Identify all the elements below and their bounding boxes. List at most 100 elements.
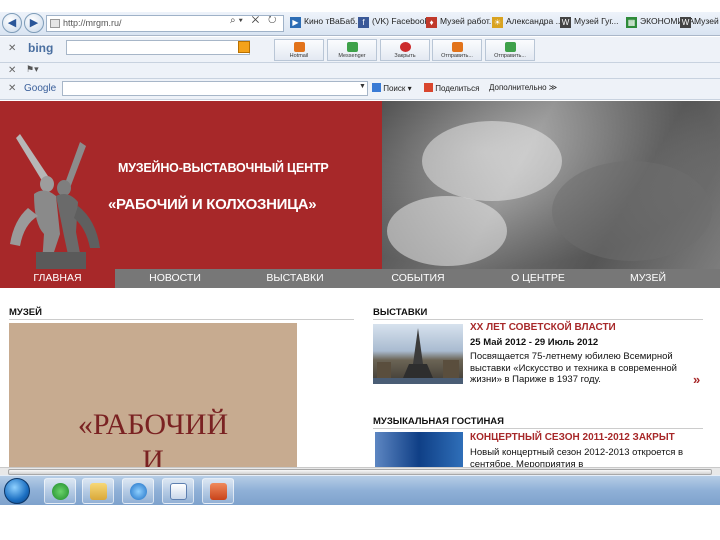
browser-window: ◀ ▶ http://mrgm.ru/ ⌕▾ ✕ ↻ ▶ Кино тВаБаб… <box>0 0 720 540</box>
internet-explorer-icon <box>130 483 147 500</box>
stop-icon <box>400 42 411 52</box>
favorite-link-7[interactable]: W Музей ГА... <box>680 16 720 32</box>
favorite-link-1[interactable]: ▶ Кино тВаБаб... <box>290 16 362 32</box>
concert-description: Новый концертный сезон 2012-2013 откроет… <box>470 447 684 468</box>
drape-highlight <box>387 196 507 266</box>
favorite-link-5[interactable]: W Музей Гуг... <box>560 16 619 32</box>
taskbar-app-1[interactable] <box>44 478 76 504</box>
wikipedia-icon: W <box>680 17 691 28</box>
exhibition-title[interactable]: XX ЛЕТ СОВЕТСКОЙ ВЛАСТИ <box>470 322 616 333</box>
close-toolbar-icon[interactable]: ✕ <box>8 43 16 54</box>
banner-drapery-image <box>382 101 720 269</box>
exhibition-description: Посвящается 75-летнему юбилею Всемирной … <box>470 351 677 385</box>
powerpoint-icon <box>210 483 227 500</box>
button-label: Hotmail <box>289 53 309 59</box>
forward-icon[interactable]: ▶ <box>24 13 44 33</box>
site-navbar: ГЛАВНАЯ НОВОСТИ ВЫСТАВКИ СОБЫТИЯ О ЦЕНТР… <box>0 269 720 288</box>
concert-thumbnail[interactable] <box>375 432 463 468</box>
hotmail-icon <box>294 42 305 52</box>
nav-home[interactable]: ГЛАВНАЯ <box>0 269 115 288</box>
flag-icon[interactable]: ⚑▾ <box>26 64 39 75</box>
favorite-label: Александра ... <box>506 16 563 26</box>
favorite-label: Музей Гуг... <box>574 16 619 26</box>
fav-6-icon: ▦ <box>626 17 637 28</box>
favorite-label: Кино тВаБаб... <box>304 16 363 26</box>
address-bar-row: ◀ ▶ http://mrgm.ru/ ⌕▾ ✕ ↻ ▶ Кино тВаБаб… <box>0 12 720 36</box>
folder-icon <box>90 483 107 500</box>
bing-search-input[interactable] <box>66 40 250 55</box>
horizontal-scrollbar[interactable] <box>0 467 720 475</box>
museum-text-line1: «РАБОЧИЙ <box>77 408 229 441</box>
google-search-button[interactable]: Поиск ▾ <box>372 83 412 93</box>
favorite-label: (VK) Facebook <box>372 16 429 26</box>
taskbar-word[interactable] <box>162 478 194 504</box>
museum-section-title: МУЗЕЙ <box>9 307 42 318</box>
messenger-button[interactable]: Messenger <box>327 39 377 61</box>
nav-news[interactable]: НОВОСТИ <box>115 269 235 288</box>
exhibition-thumbnail[interactable] <box>373 324 463 384</box>
address-tools-icon[interactable]: ⌕▾ ✕ ↻ <box>230 15 279 26</box>
taskbar-powerpoint[interactable] <box>202 478 234 504</box>
favorite-link-3[interactable]: ♦ Музей работ... <box>426 16 496 32</box>
google-logo: Google <box>24 83 57 94</box>
google-toolbar: ✕ Google ▼ Поиск ▾ Поделиться Дополнител… <box>0 79 720 100</box>
fav-3-icon: ♦ <box>426 17 437 28</box>
taskbar-explorer[interactable] <box>82 478 114 504</box>
button-label: Отправить... <box>441 53 473 59</box>
page-icon <box>50 19 60 28</box>
close-button[interactable]: Закрыть <box>380 39 430 61</box>
bing-logo: bing <box>28 41 54 55</box>
exhibitions-section-title: ВЫСТАВКИ <box>373 307 428 318</box>
messenger-icon <box>347 42 358 52</box>
address-url: http://mrgm.ru/ <box>63 18 122 28</box>
send-icon <box>452 42 463 52</box>
favorite-label: Музей ГА... <box>694 16 720 26</box>
back-icon[interactable]: ◀ <box>2 13 22 33</box>
start-button-icon[interactable] <box>4 478 30 504</box>
eiffel-tower-image <box>373 328 463 384</box>
google-search-input[interactable] <box>62 81 368 96</box>
statue-image <box>10 134 100 269</box>
drape-highlight <box>422 121 562 201</box>
nav-events[interactable]: СОБЫТИЯ <box>358 269 478 288</box>
bing-search-button[interactable] <box>238 41 250 53</box>
favorite-label: Музей работ... <box>440 16 496 26</box>
music-section-title: МУЗЫКАЛЬНАЯ ГОСТИНАЯ <box>373 416 504 427</box>
close-toolbar-icon[interactable]: ✕ <box>8 65 16 76</box>
divider <box>373 319 703 320</box>
hotmail-button[interactable]: Hotmail <box>274 39 324 61</box>
banner-title-line1: МУЗЕЙНО-ВЫСТАВОЧНЫЙ ЦЕНТР <box>118 161 329 175</box>
windows-taskbar <box>0 475 720 505</box>
refresh-app-icon <box>52 483 69 500</box>
taskbar-internet-explorer[interactable] <box>122 478 154 504</box>
dropdown-arrow-icon[interactable]: ▼ <box>359 83 366 90</box>
button-label: Отправить... <box>494 53 526 59</box>
fav-4-icon: ☀ <box>492 17 503 28</box>
divider <box>9 319 354 320</box>
favorite-link-4[interactable]: ☀ Александра ... <box>492 16 563 32</box>
museum-text-line2: И <box>142 444 164 467</box>
extension-toolbar: ✕ ⚑▾ <box>0 63 720 79</box>
favorite-link-2[interactable]: f (VK) Facebook <box>358 16 429 32</box>
drape-shadow <box>552 161 712 261</box>
send-button-1[interactable]: Отправить... <box>432 39 482 61</box>
more-arrow-icon[interactable]: » <box>693 372 700 387</box>
nav-about[interactable]: О ЦЕНТРЕ <box>478 269 598 288</box>
more-button[interactable]: Дополнительно ≫ <box>489 83 557 92</box>
document-icon <box>170 483 187 500</box>
nav-museum[interactable]: МУЗЕЙ <box>598 269 698 288</box>
button-label: Поиск <box>383 84 406 93</box>
museum-image-text: «РАБОЧИЙ И <box>9 407 297 467</box>
nav-exhibitions[interactable]: ВЫСТАВКИ <box>235 269 355 288</box>
share-button[interactable]: Поделиться <box>424 83 479 93</box>
send-button-2[interactable]: Отправить... <box>485 39 535 61</box>
close-toolbar-icon[interactable]: ✕ <box>8 83 16 94</box>
banner-title-line2: «РАБОЧИЙ И КОЛХОЗНИЦА» <box>108 196 317 213</box>
button-label: Закрыть <box>394 53 416 59</box>
button-label: Messenger <box>338 53 366 59</box>
wikipedia-icon: W <box>560 17 571 28</box>
facebook-icon: f <box>358 17 369 28</box>
send-icon <box>505 42 516 52</box>
museum-image[interactable]: «РАБОЧИЙ И <box>9 323 297 467</box>
concert-title[interactable]: КОНЦЕРТНЫЙ СЕЗОН 2011-2012 ЗАКРЫТ <box>470 432 675 443</box>
